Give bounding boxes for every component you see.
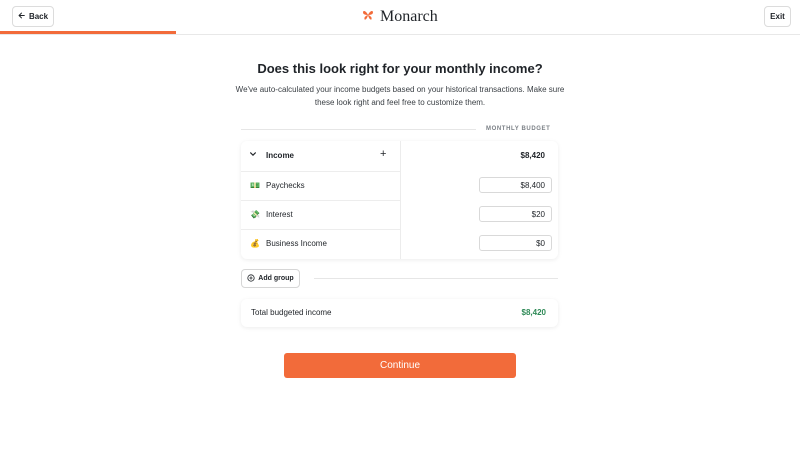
total-label: Total budgeted income bbox=[251, 308, 332, 317]
category-label: Business Income bbox=[266, 239, 327, 248]
paychecks-amount-input[interactable] bbox=[479, 177, 552, 193]
interest-amount-input[interactable] bbox=[479, 206, 552, 222]
total-amount: $8,420 bbox=[521, 308, 546, 317]
add-group-rule bbox=[314, 278, 558, 279]
page-subtitle: We've auto-calculated your income budget… bbox=[235, 85, 565, 107]
back-button[interactable]: Back bbox=[12, 6, 54, 27]
continue-button[interactable]: Continue bbox=[284, 353, 516, 378]
monthly-budget-header: MONTHLY BUDGET bbox=[486, 126, 551, 132]
category-label: Interest bbox=[266, 210, 293, 219]
total-card: Total budgeted income $8,420 bbox=[241, 299, 558, 327]
budget-row-business-income: 💰 Business Income bbox=[241, 229, 558, 259]
back-label: Back bbox=[28, 12, 49, 21]
brand-name: Monarch bbox=[380, 8, 438, 25]
income-group-row: Income + $8,420 bbox=[241, 141, 558, 171]
brand-logo: Monarch bbox=[361, 8, 438, 26]
money-bag-icon: 💰 bbox=[250, 239, 260, 248]
column-rule bbox=[241, 129, 476, 130]
income-budget-card: Income + $8,420 💵 Paychecks 💸 Interest 💰… bbox=[241, 141, 558, 259]
money-wings-icon: 💸 bbox=[250, 210, 260, 219]
chevron-down-icon[interactable] bbox=[249, 150, 257, 160]
add-group-label: Add group bbox=[258, 275, 294, 282]
exit-button[interactable]: Exit bbox=[764, 6, 791, 27]
income-group-label: Income bbox=[266, 151, 295, 160]
add-group-button[interactable]: Add group bbox=[241, 269, 300, 288]
top-bar: Back Monarch Exit bbox=[0, 0, 800, 35]
budget-row-paychecks: 💵 Paychecks bbox=[241, 171, 558, 200]
arrow-left-icon bbox=[18, 12, 25, 21]
category-label: Paychecks bbox=[266, 181, 305, 190]
page-title: Does this look right for your monthly in… bbox=[257, 61, 543, 76]
income-group-amount: $8,420 bbox=[520, 151, 545, 160]
add-category-icon[interactable]: + bbox=[380, 148, 386, 160]
progress-bar bbox=[0, 31, 176, 34]
plus-circle-icon bbox=[247, 273, 255, 284]
budget-row-interest: 💸 Interest bbox=[241, 200, 558, 229]
butterfly-icon bbox=[361, 8, 375, 27]
money-bill-icon: 💵 bbox=[250, 181, 260, 190]
business-income-amount-input[interactable] bbox=[479, 235, 552, 251]
